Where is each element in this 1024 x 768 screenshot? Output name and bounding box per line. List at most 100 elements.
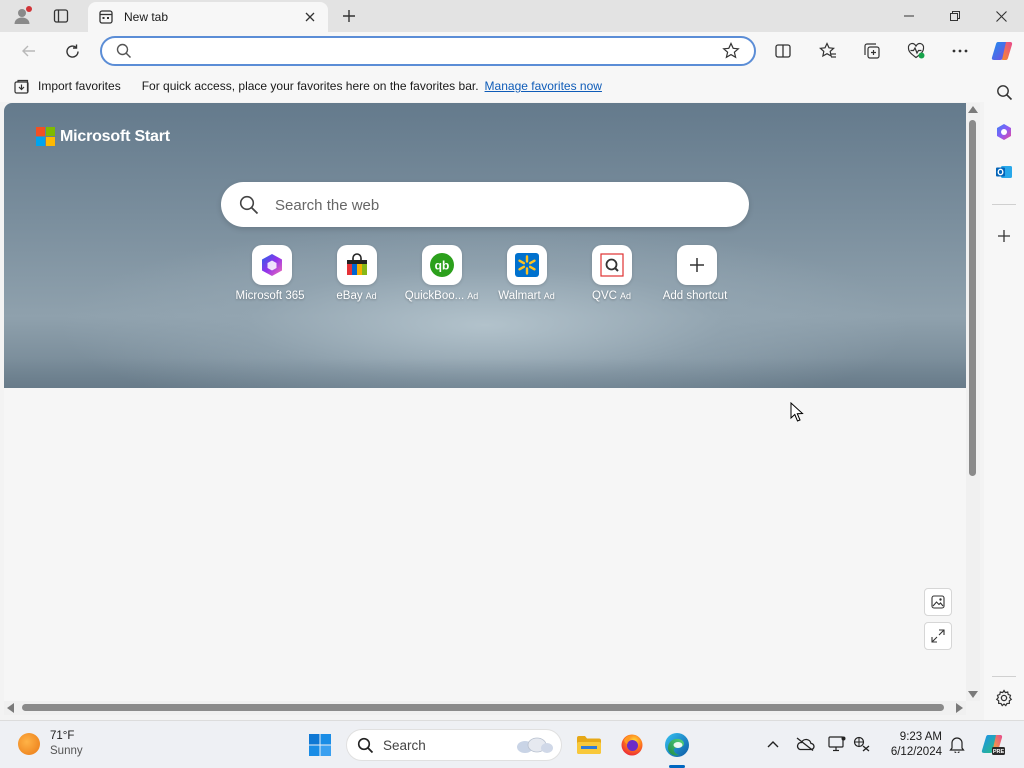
file-explorer-button[interactable]	[573, 729, 605, 761]
address-input[interactable]	[142, 42, 702, 62]
tab-actions-button[interactable]	[48, 4, 74, 28]
ebay-bag-icon	[346, 253, 367, 275]
show-hidden-icons-button[interactable]	[762, 733, 784, 755]
horizontal-scrollbar[interactable]	[4, 701, 966, 715]
plus-icon	[343, 10, 355, 22]
new-tab-favicon-icon	[98, 9, 114, 25]
minimize-button[interactable]	[886, 0, 932, 32]
qvc-icon	[599, 253, 624, 277]
browser-sidebar	[984, 70, 1024, 720]
copilot-preview-button[interactable]: PRE	[980, 731, 1006, 757]
scroll-down-arrow-icon[interactable]	[968, 691, 978, 698]
notifications-button[interactable]	[946, 733, 968, 755]
sunny-icon	[18, 733, 40, 755]
ellipsis-icon	[952, 49, 968, 53]
image-icon	[931, 595, 945, 609]
manage-favorites-link[interactable]: Manage favorites now	[485, 79, 602, 93]
edge-icon	[665, 733, 689, 757]
sidebar-outlook-button[interactable]	[990, 158, 1018, 186]
network-button[interactable]	[851, 733, 873, 755]
web-search-input[interactable]	[275, 194, 715, 216]
taskbar-search[interactable]: Search	[346, 729, 562, 761]
browser-essentials-button[interactable]	[901, 36, 931, 66]
weather-widget[interactable]: 71°F Sunny	[18, 729, 83, 759]
search-icon	[357, 737, 374, 753]
new-tab-page: Microsoft Start Microsoft 365	[4, 103, 966, 701]
sidebar-settings-button[interactable]	[990, 684, 1018, 712]
plus-icon	[689, 258, 704, 272]
notifications-icon	[949, 737, 965, 753]
taskbar: 71°F Sunny Search 9:23 AM 6/12/2024 PRE	[0, 720, 1024, 768]
weather-condition: Sunny	[50, 745, 83, 757]
outlook-icon	[996, 166, 1012, 178]
settings-icon	[995, 689, 1013, 707]
brand-name: Microsoft Start	[60, 127, 170, 145]
address-bar[interactable]	[100, 36, 756, 66]
file-explorer-icon	[577, 736, 601, 754]
new-tab-button[interactable]	[336, 4, 362, 28]
copilot-button[interactable]	[987, 36, 1017, 66]
import-favorites-button[interactable]: Import favorites	[14, 79, 121, 94]
taskbar-search-label: Search	[383, 737, 426, 753]
microsoft-start-logo[interactable]: Microsoft Start	[36, 127, 170, 146]
web-search-box[interactable]	[221, 182, 749, 227]
scroll-right-arrow-icon[interactable]	[956, 703, 963, 713]
edge-button[interactable]	[661, 729, 693, 761]
background-image-button[interactable]	[924, 588, 952, 616]
shortcut-qvc[interactable]: QVC Ad	[569, 245, 654, 305]
shortcut-walmart[interactable]: Walmart Ad	[484, 245, 569, 305]
tab-close-button[interactable]	[300, 7, 320, 27]
sidebar-add-button[interactable]	[990, 222, 1018, 250]
expand-button[interactable]	[924, 622, 952, 650]
shortcut-add[interactable]: Add shortcut	[654, 245, 739, 305]
start-icon	[309, 734, 331, 756]
add-icon	[998, 230, 1010, 242]
vertical-scroll-thumb[interactable]	[969, 120, 976, 476]
more-button[interactable]	[945, 36, 975, 66]
add-favorite-star-icon[interactable]	[722, 42, 740, 60]
vertical-scrollbar[interactable]	[966, 103, 980, 701]
scroll-up-arrow-icon[interactable]	[968, 106, 978, 113]
collections-icon	[864, 43, 880, 59]
tab-new-tab[interactable]: New tab	[88, 2, 328, 32]
collections-button[interactable]	[857, 36, 887, 66]
minimize-icon	[904, 15, 914, 17]
refresh-button[interactable]	[57, 36, 87, 66]
shortcut-microsoft-365[interactable]: Microsoft 365	[229, 245, 314, 305]
firefox-button[interactable]	[616, 729, 648, 761]
search-icon	[239, 195, 259, 215]
search-icon	[116, 43, 132, 59]
onedrive-button[interactable]	[794, 733, 816, 755]
shortcut-quickbooks[interactable]: qb QuickBoo... Ad	[399, 245, 484, 305]
profile-button[interactable]	[8, 4, 36, 28]
favorites-icon	[819, 42, 836, 58]
sidebar-copilot-app-button[interactable]	[990, 118, 1018, 146]
mouse-cursor-icon	[790, 402, 804, 422]
restore-button[interactable]	[932, 0, 978, 32]
svg-text:PRE: PRE	[993, 749, 1005, 755]
svg-text:qb: qb	[434, 259, 449, 273]
back-button[interactable]	[14, 36, 44, 66]
shortcut-tile	[591, 245, 632, 285]
shortcut-label: Microsoft 365	[235, 290, 305, 302]
sidebar-divider	[992, 676, 1016, 677]
network-icon	[853, 736, 870, 752]
split-screen-button[interactable]	[768, 36, 798, 66]
browser-essentials-icon	[907, 42, 925, 59]
split-screen-icon	[775, 44, 791, 58]
search-highlight-icon	[517, 737, 553, 753]
weather-temperature: 71°F	[50, 730, 75, 742]
close-window-button[interactable]	[978, 0, 1024, 32]
title-bar: New tab	[0, 0, 1024, 32]
start-button[interactable]	[304, 729, 336, 761]
display-button[interactable]	[826, 733, 848, 755]
horizontal-scroll-thumb[interactable]	[22, 704, 944, 711]
system-clock[interactable]: 9:23 AM 6/12/2024	[884, 730, 942, 760]
scroll-left-arrow-icon[interactable]	[7, 703, 14, 713]
favorites-button[interactable]	[813, 36, 843, 66]
shortcut-ebay[interactable]: eBay Ad	[314, 245, 399, 305]
refresh-icon	[65, 44, 79, 58]
sidebar-search-button[interactable]	[990, 78, 1018, 106]
favorites-bar-message: For quick access, place your favorites h…	[141, 79, 479, 93]
shortcut-tile	[506, 245, 547, 285]
